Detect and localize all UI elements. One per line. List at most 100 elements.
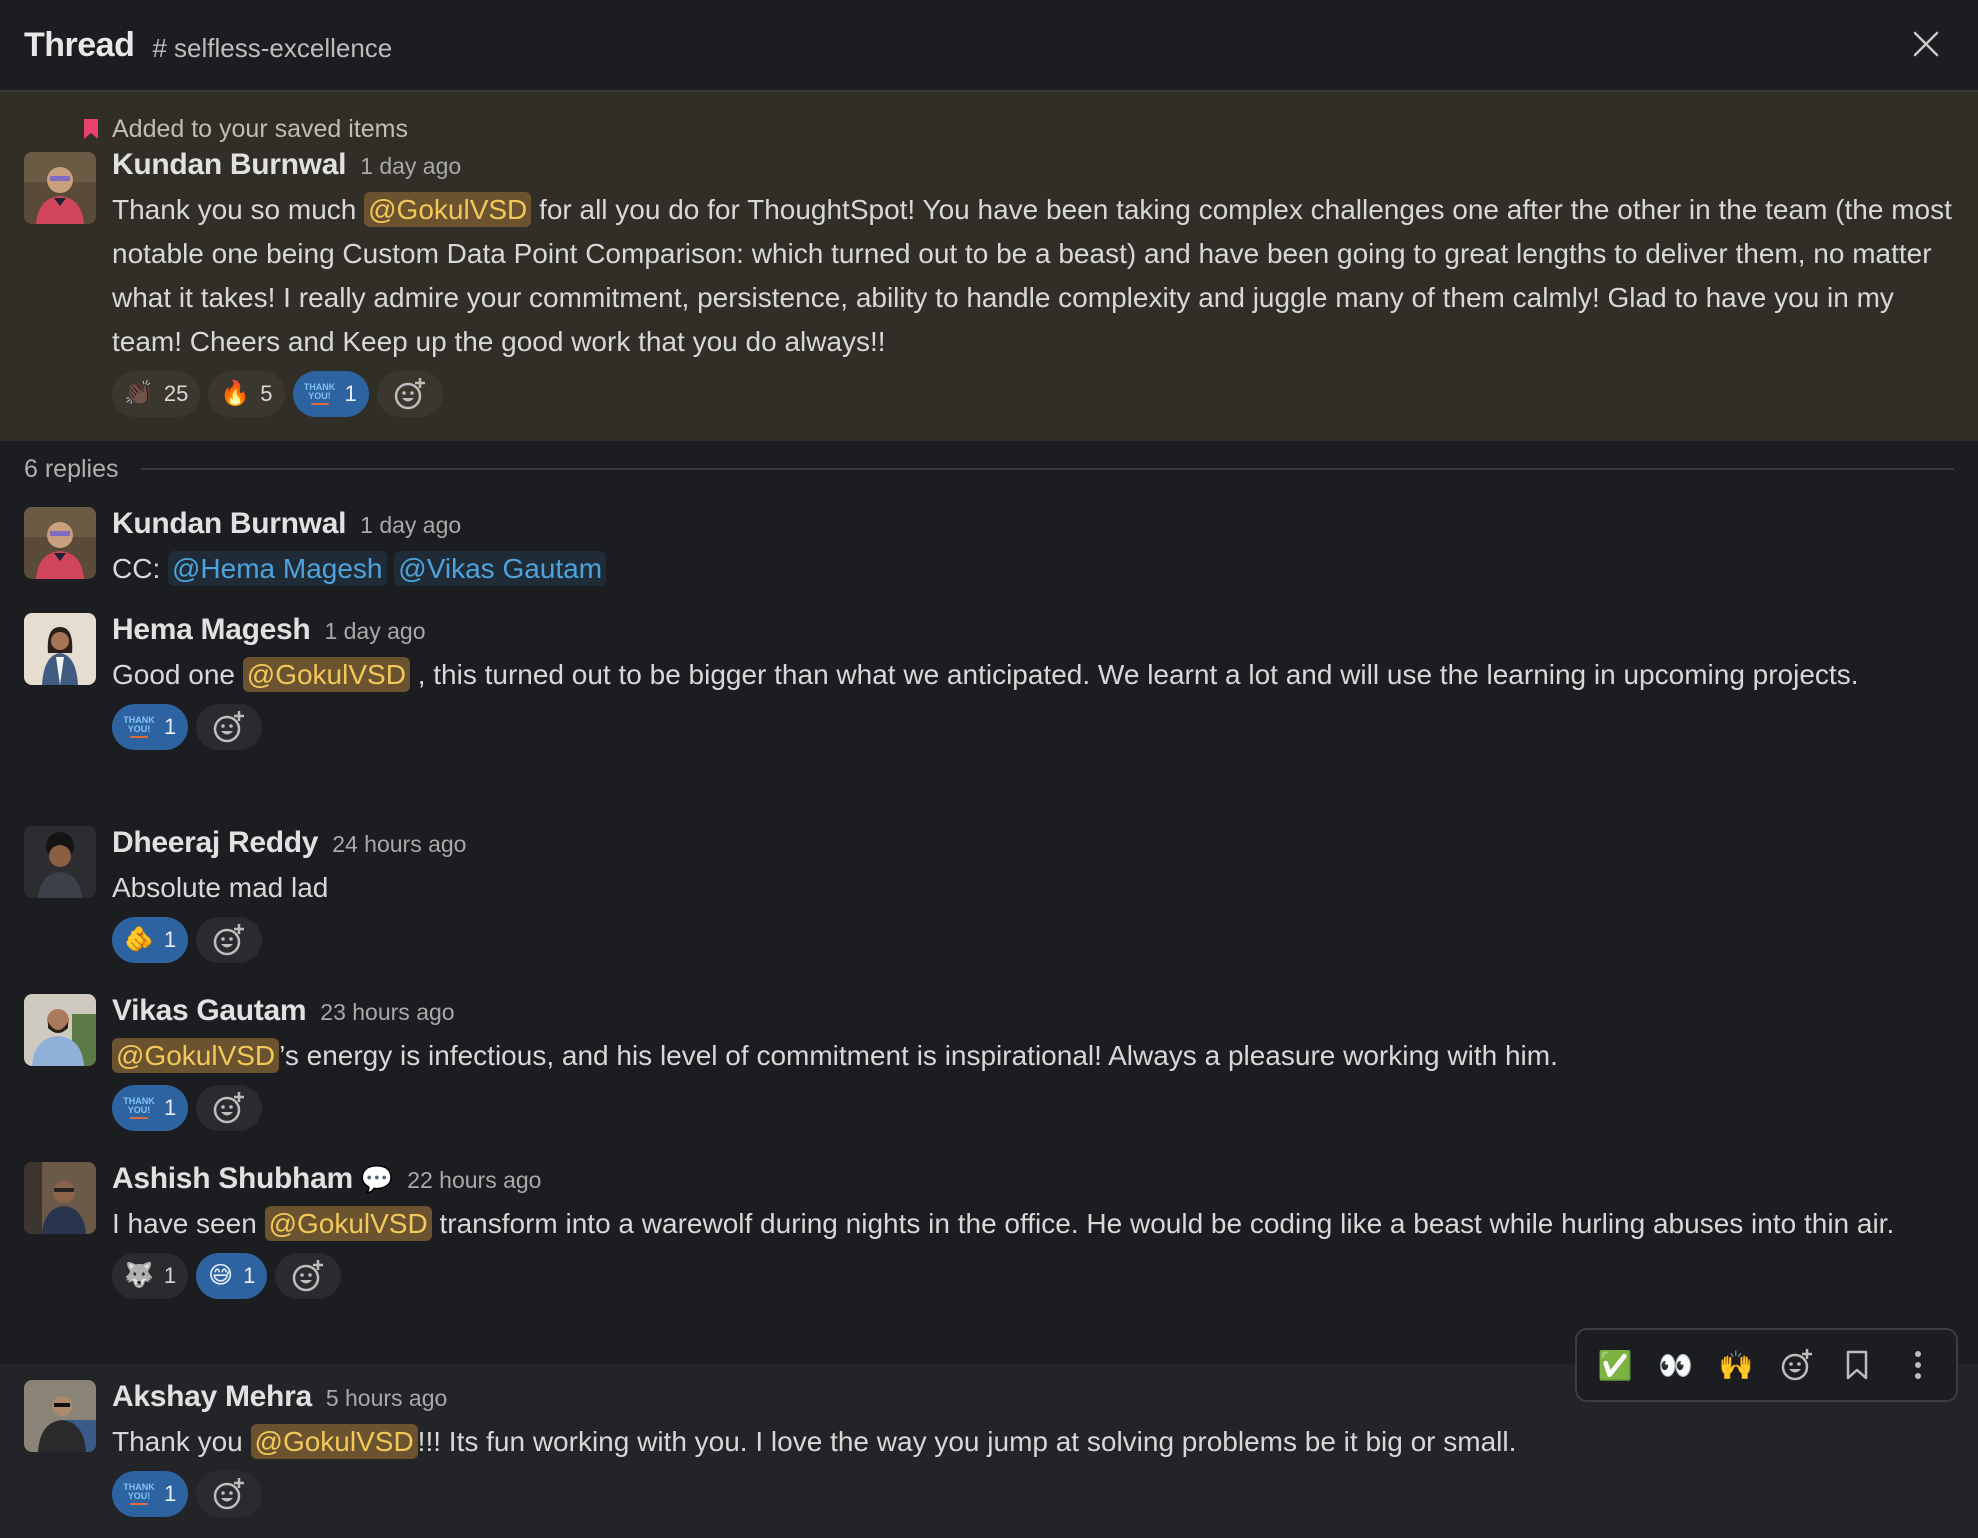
reaction-count: 1 — [243, 1263, 256, 1288]
thread-header: Thread # selfless-excellence — [0, 0, 1978, 92]
reaction-count: 1 — [163, 927, 177, 952]
fire-icon: 🔥 — [220, 380, 251, 407]
add-reaction-icon — [214, 711, 245, 743]
reaction-thank-you[interactable]: THANK YOU! 1 — [292, 371, 369, 417]
close-icon — [1913, 31, 1939, 57]
reaction-thank-you[interactable]: THANK YOU! 1 — [112, 1471, 189, 1517]
thank-you-icon: THANK YOU! — [123, 1097, 155, 1119]
pointing-hand-icon: 🫵 — [124, 926, 154, 953]
reaction-fire[interactable]: 🔥 5 — [208, 371, 285, 417]
author-name[interactable]: Hema Magesh — [112, 613, 311, 647]
reactions: 🐺 1 😅 1 — [112, 1252, 1954, 1300]
add-reaction-icon — [394, 378, 425, 410]
reaction-sweat-smile[interactable]: 😅 1 — [196, 1253, 268, 1299]
replies-count: 6 replies — [24, 454, 119, 483]
speech-bubble-icon[interactable]: 💬 — [361, 1164, 393, 1195]
avatar[interactable] — [24, 994, 96, 1066]
reaction-count: 25 — [163, 381, 189, 406]
react-check-mark-button[interactable]: ✅ — [1593, 1343, 1637, 1387]
timestamp[interactable]: 24 hours ago — [332, 831, 466, 858]
author-name[interactable]: Dheeraj Reddy — [112, 826, 318, 860]
add-reaction-button[interactable] — [275, 1253, 342, 1299]
add-reaction-icon — [214, 1478, 245, 1510]
author-name[interactable]: Akshay Mehra — [112, 1380, 312, 1414]
reactions: THANK YOU! 1 — [112, 1470, 1954, 1518]
avatar[interactable] — [24, 826, 96, 898]
text: ’s energy is infectious, and his level o… — [279, 1040, 1558, 1071]
add-reaction-button[interactable] — [196, 917, 263, 963]
save-for-later-button[interactable] — [1835, 1343, 1879, 1387]
author-name[interactable]: Ashish Shubham — [112, 1162, 353, 1196]
add-reaction-icon — [213, 924, 245, 956]
user-mention[interactable]: @GokulVSD — [242, 657, 410, 692]
avatar[interactable] — [24, 152, 96, 224]
timestamp[interactable]: 1 day ago — [360, 153, 461, 180]
thank-you-icon: THANK YOU! — [123, 1483, 155, 1505]
reply-message: Kundan Burnwal 1 day ago CC: @Hema Mages… — [0, 497, 1978, 603]
reaction-pointing[interactable]: 🫵 1 — [112, 917, 189, 963]
message-text: @GokulVSD’s energy is infectious, and hi… — [112, 1034, 1954, 1078]
replies-divider: 6 replies — [0, 441, 1978, 497]
add-reaction-button[interactable] — [196, 1471, 263, 1517]
reaction-wolf[interactable]: 🐺 1 — [112, 1253, 189, 1299]
author-name[interactable]: Vikas Gautam — [112, 994, 307, 1028]
message-actions-toolbar: ✅ 👀 🙌 — [1575, 1328, 1958, 1402]
user-mention[interactable]: @GokulVSD — [112, 1038, 280, 1073]
timestamp[interactable]: 1 day ago — [324, 618, 425, 645]
text: transform into a warewolf during nights … — [431, 1208, 1895, 1239]
timestamp[interactable]: 23 hours ago — [320, 999, 454, 1026]
user-mention[interactable]: @GokulVSD — [364, 192, 532, 227]
add-reaction-button[interactable] — [196, 1085, 263, 1131]
message-text: Thank you @GokulVSD!!! Its fun working w… — [112, 1420, 1954, 1464]
reaction-thank-you[interactable]: THANK YOU! 1 — [112, 1085, 189, 1131]
avatar[interactable] — [24, 613, 96, 685]
reaction-clap[interactable]: 👏🏿 25 — [112, 371, 201, 417]
user-mention[interactable]: @Hema Magesh — [168, 551, 387, 586]
raised-hands-icon: 🙌 — [1718, 1349, 1754, 1381]
message-text: Thank you so much @GokulVSD for all you … — [112, 188, 1954, 364]
reaction-count: 1 — [344, 381, 357, 406]
timestamp[interactable]: 1 day ago — [360, 512, 461, 539]
avatar[interactable] — [24, 1380, 96, 1452]
eyes-icon: 👀 — [1658, 1349, 1694, 1381]
channel-link[interactable]: # selfless-excellence — [152, 33, 392, 64]
react-raised-hands-button[interactable]: 🙌 — [1714, 1343, 1758, 1387]
reaction-count: 1 — [164, 714, 177, 739]
thank-you-icon: THANK YOU! — [123, 716, 155, 738]
bookmark-icon — [76, 118, 106, 140]
reply-message: Dheeraj Reddy 24 hours ago Absolute mad … — [0, 816, 1978, 984]
message-text: I have seen @GokulVSD transform into a w… — [112, 1202, 1954, 1246]
user-mention[interactable]: @GokulVSD — [250, 1424, 418, 1459]
reply-message: Vikas Gautam 23 hours ago @GokulVSD’s en… — [0, 984, 1978, 1152]
author-name[interactable]: Kundan Burnwal — [112, 507, 346, 541]
avatar[interactable] — [24, 507, 96, 579]
timestamp[interactable]: 5 hours ago — [326, 1385, 447, 1412]
message-text: Absolute mad lad — [112, 872, 329, 903]
add-reaction-button[interactable] — [1775, 1343, 1819, 1387]
react-eyes-button[interactable]: 👀 — [1654, 1343, 1698, 1387]
text: I have seen — [112, 1208, 265, 1239]
message-text: Good one @GokulVSD , this turned out to … — [112, 653, 1954, 697]
add-reaction-icon — [293, 1260, 324, 1292]
close-button[interactable] — [1906, 24, 1946, 64]
author-name[interactable]: Kundan Burnwal — [112, 148, 346, 182]
divider-line — [140, 468, 1954, 470]
user-mention[interactable]: @GokulVSD — [264, 1206, 432, 1241]
clapping-hands-icon: 👏🏿 — [124, 380, 154, 407]
reply-message: Hema Magesh 1 day ago Good one @GokulVSD… — [0, 603, 1978, 816]
user-mention[interactable]: @Vikas Gautam — [394, 551, 607, 586]
add-reaction-icon — [1781, 1349, 1812, 1381]
bookmark-outline-icon — [1847, 1350, 1868, 1380]
saved-indicator: Added to your saved items — [0, 110, 1978, 148]
more-actions-button[interactable] — [1896, 1343, 1940, 1387]
parent-message: Added to your saved items Kundan Burnwal… — [0, 92, 1978, 441]
reaction-thank-you[interactable]: THANK YOU! 1 — [112, 704, 189, 750]
thread-title: Thread — [24, 25, 135, 64]
timestamp[interactable]: 22 hours ago — [407, 1167, 541, 1194]
add-reaction-button[interactable] — [196, 704, 263, 750]
saved-label: Added to your saved items — [112, 114, 408, 143]
avatar[interactable] — [24, 1162, 96, 1234]
message: Kundan Burnwal 1 day ago Thank you so mu… — [0, 148, 1978, 418]
add-reaction-button[interactable] — [376, 371, 443, 417]
reaction-count: 5 — [260, 381, 273, 406]
